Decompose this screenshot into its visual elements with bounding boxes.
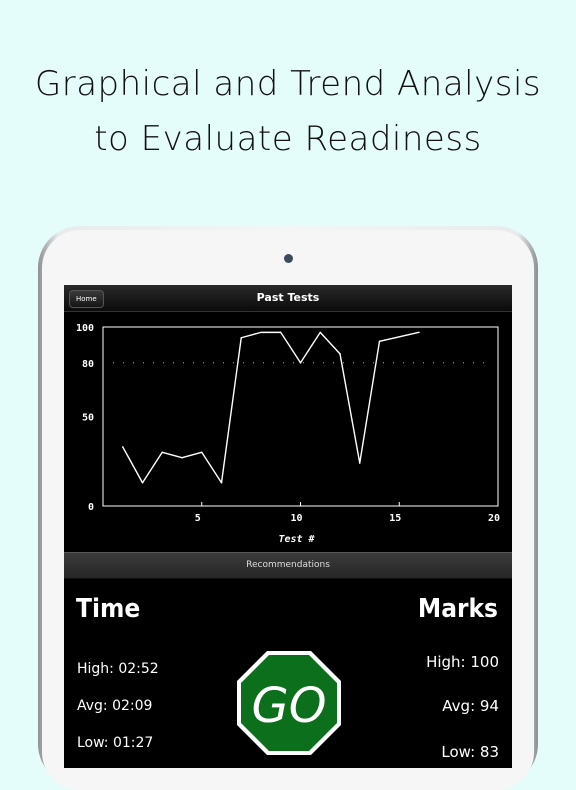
data-point	[181, 456, 183, 459]
x-tick-label: 15	[389, 513, 401, 524]
data-point	[220, 481, 223, 484]
data-point	[418, 331, 420, 334]
plot-frame	[102, 326, 499, 507]
marks-avg: Avg: 94	[442, 697, 499, 715]
data-point	[358, 462, 361, 464]
recommendations-label: Recommendations	[246, 560, 330, 570]
data-point	[121, 446, 124, 448]
data-point	[339, 353, 341, 355]
data-point	[279, 331, 282, 334]
x-axis-label: Test #	[278, 534, 315, 545]
data-point	[141, 481, 144, 484]
time-title: Time	[76, 594, 141, 624]
data-point	[319, 331, 322, 334]
nav-title: Past Tests	[256, 291, 320, 304]
data-point	[161, 451, 164, 454]
y-tick-label: 100	[76, 323, 94, 334]
marks-high: High: 100	[426, 653, 499, 671]
data-point	[299, 362, 302, 364]
marks-low: Low: 83	[441, 743, 499, 761]
go-octagon-icon: GO	[237, 651, 341, 755]
recommendations-bar: Recommendations	[64, 552, 512, 579]
y-tick-label: 50	[82, 413, 94, 424]
data-point	[240, 336, 243, 339]
data-point	[200, 451, 203, 454]
time-low: Low: 01:27	[77, 735, 154, 751]
x-tick-label: 10	[290, 513, 302, 524]
time-high: High: 02:52	[77, 661, 159, 677]
marketing-headline-line2: to Evaluate Readiness	[94, 119, 482, 159]
y-tick-label: 80	[82, 359, 94, 370]
data-point	[378, 340, 381, 343]
camera-dot	[284, 254, 293, 263]
time-avg: Avg: 02:09	[77, 698, 153, 714]
past-tests-chart: 0 50 80 100 5 10 15 20 Test #	[76, 323, 500, 545]
navigation-bar: Home Past Tests	[64, 285, 512, 312]
y-tick-label: 0	[88, 502, 94, 513]
data-point	[260, 331, 262, 334]
marketing-headline-line1: Graphical and Trend Analysis	[34, 64, 542, 104]
app-screen: Home Past Tests 0 50 80 100 5 10 15 20 Test # Re…	[64, 285, 512, 768]
score-series-line	[122, 331, 420, 484]
x-tick-label: 20	[488, 513, 500, 524]
marks-title: Marks	[417, 594, 498, 624]
go-label: GO	[252, 678, 327, 734]
x-tick-label: 5	[195, 513, 201, 524]
